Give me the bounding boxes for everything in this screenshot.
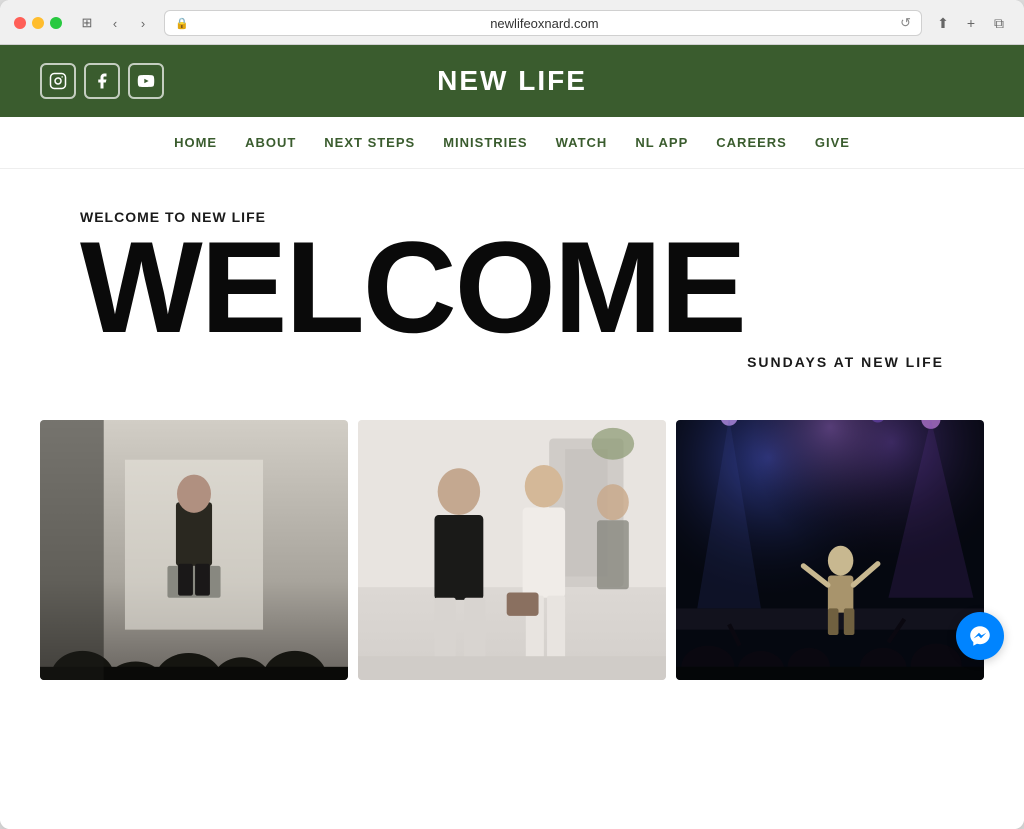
photo-grid — [0, 390, 1024, 680]
hero-section: WELCOME TO NEW LIFE WELCOME SUNDAYS AT N… — [0, 169, 1024, 390]
minimize-button[interactable] — [32, 17, 44, 29]
photo-worship — [676, 420, 984, 680]
photo-grid-wrapper — [0, 390, 1024, 680]
facebook-icon[interactable] — [84, 63, 120, 99]
instagram-icon[interactable] — [40, 63, 76, 99]
lock-icon: 🔒 — [175, 17, 189, 30]
photo-gathering — [358, 420, 666, 680]
reload-icon[interactable]: ↺ — [900, 15, 911, 31]
browser-chrome: ⊞ ‹ › 🔒 newlifeoxnard.com ↺ ⬆ + ⧉ — [0, 0, 1024, 45]
browser-actions: ⬆ + ⧉ — [932, 12, 1010, 34]
nav-watch[interactable]: WATCH — [556, 135, 608, 150]
nav-nl-app[interactable]: NL APP — [635, 135, 688, 150]
nav-home[interactable]: HOME — [174, 135, 217, 150]
nav-ministries[interactable]: MINISTRIES — [443, 135, 527, 150]
back-button[interactable]: ‹ — [104, 12, 126, 34]
new-tab-icon[interactable]: + — [960, 12, 982, 34]
site-header: NEW LIFE — [0, 45, 1024, 117]
browser-controls: ⊞ ‹ › — [76, 12, 154, 34]
address-bar-container[interactable]: 🔒 newlifeoxnard.com ↺ — [164, 10, 922, 36]
photo-pastor — [40, 420, 348, 680]
youtube-icon[interactable] — [128, 63, 164, 99]
site-content: NEW LIFE HOME ABOUT NEXT STEPS MINISTRIE… — [0, 45, 1024, 829]
nav-next-steps[interactable]: NEXT STEPS — [324, 135, 415, 150]
nav-careers[interactable]: CAREERS — [716, 135, 787, 150]
nav-give[interactable]: GIVE — [815, 135, 850, 150]
site-logo[interactable]: NEW LIFE — [437, 65, 587, 97]
nav-about[interactable]: ABOUT — [245, 135, 296, 150]
url-display[interactable]: newlifeoxnard.com — [195, 16, 894, 31]
window-tile-icon[interactable]: ⊞ — [76, 12, 98, 34]
close-button[interactable] — [14, 17, 26, 29]
fullscreen-button[interactable] — [50, 17, 62, 29]
social-icons — [40, 63, 164, 99]
hero-title: WELCOME — [80, 229, 944, 346]
tabs-icon[interactable]: ⧉ — [988, 12, 1010, 34]
site-nav: HOME ABOUT NEXT STEPS MINISTRIES WATCH N… — [0, 117, 1024, 169]
traffic-lights — [14, 17, 62, 29]
forward-button[interactable]: › — [132, 12, 154, 34]
messenger-button[interactable] — [956, 612, 1004, 660]
browser-window: ⊞ ‹ › 🔒 newlifeoxnard.com ↺ ⬆ + ⧉ — [0, 0, 1024, 829]
share-icon[interactable]: ⬆ — [932, 12, 954, 34]
